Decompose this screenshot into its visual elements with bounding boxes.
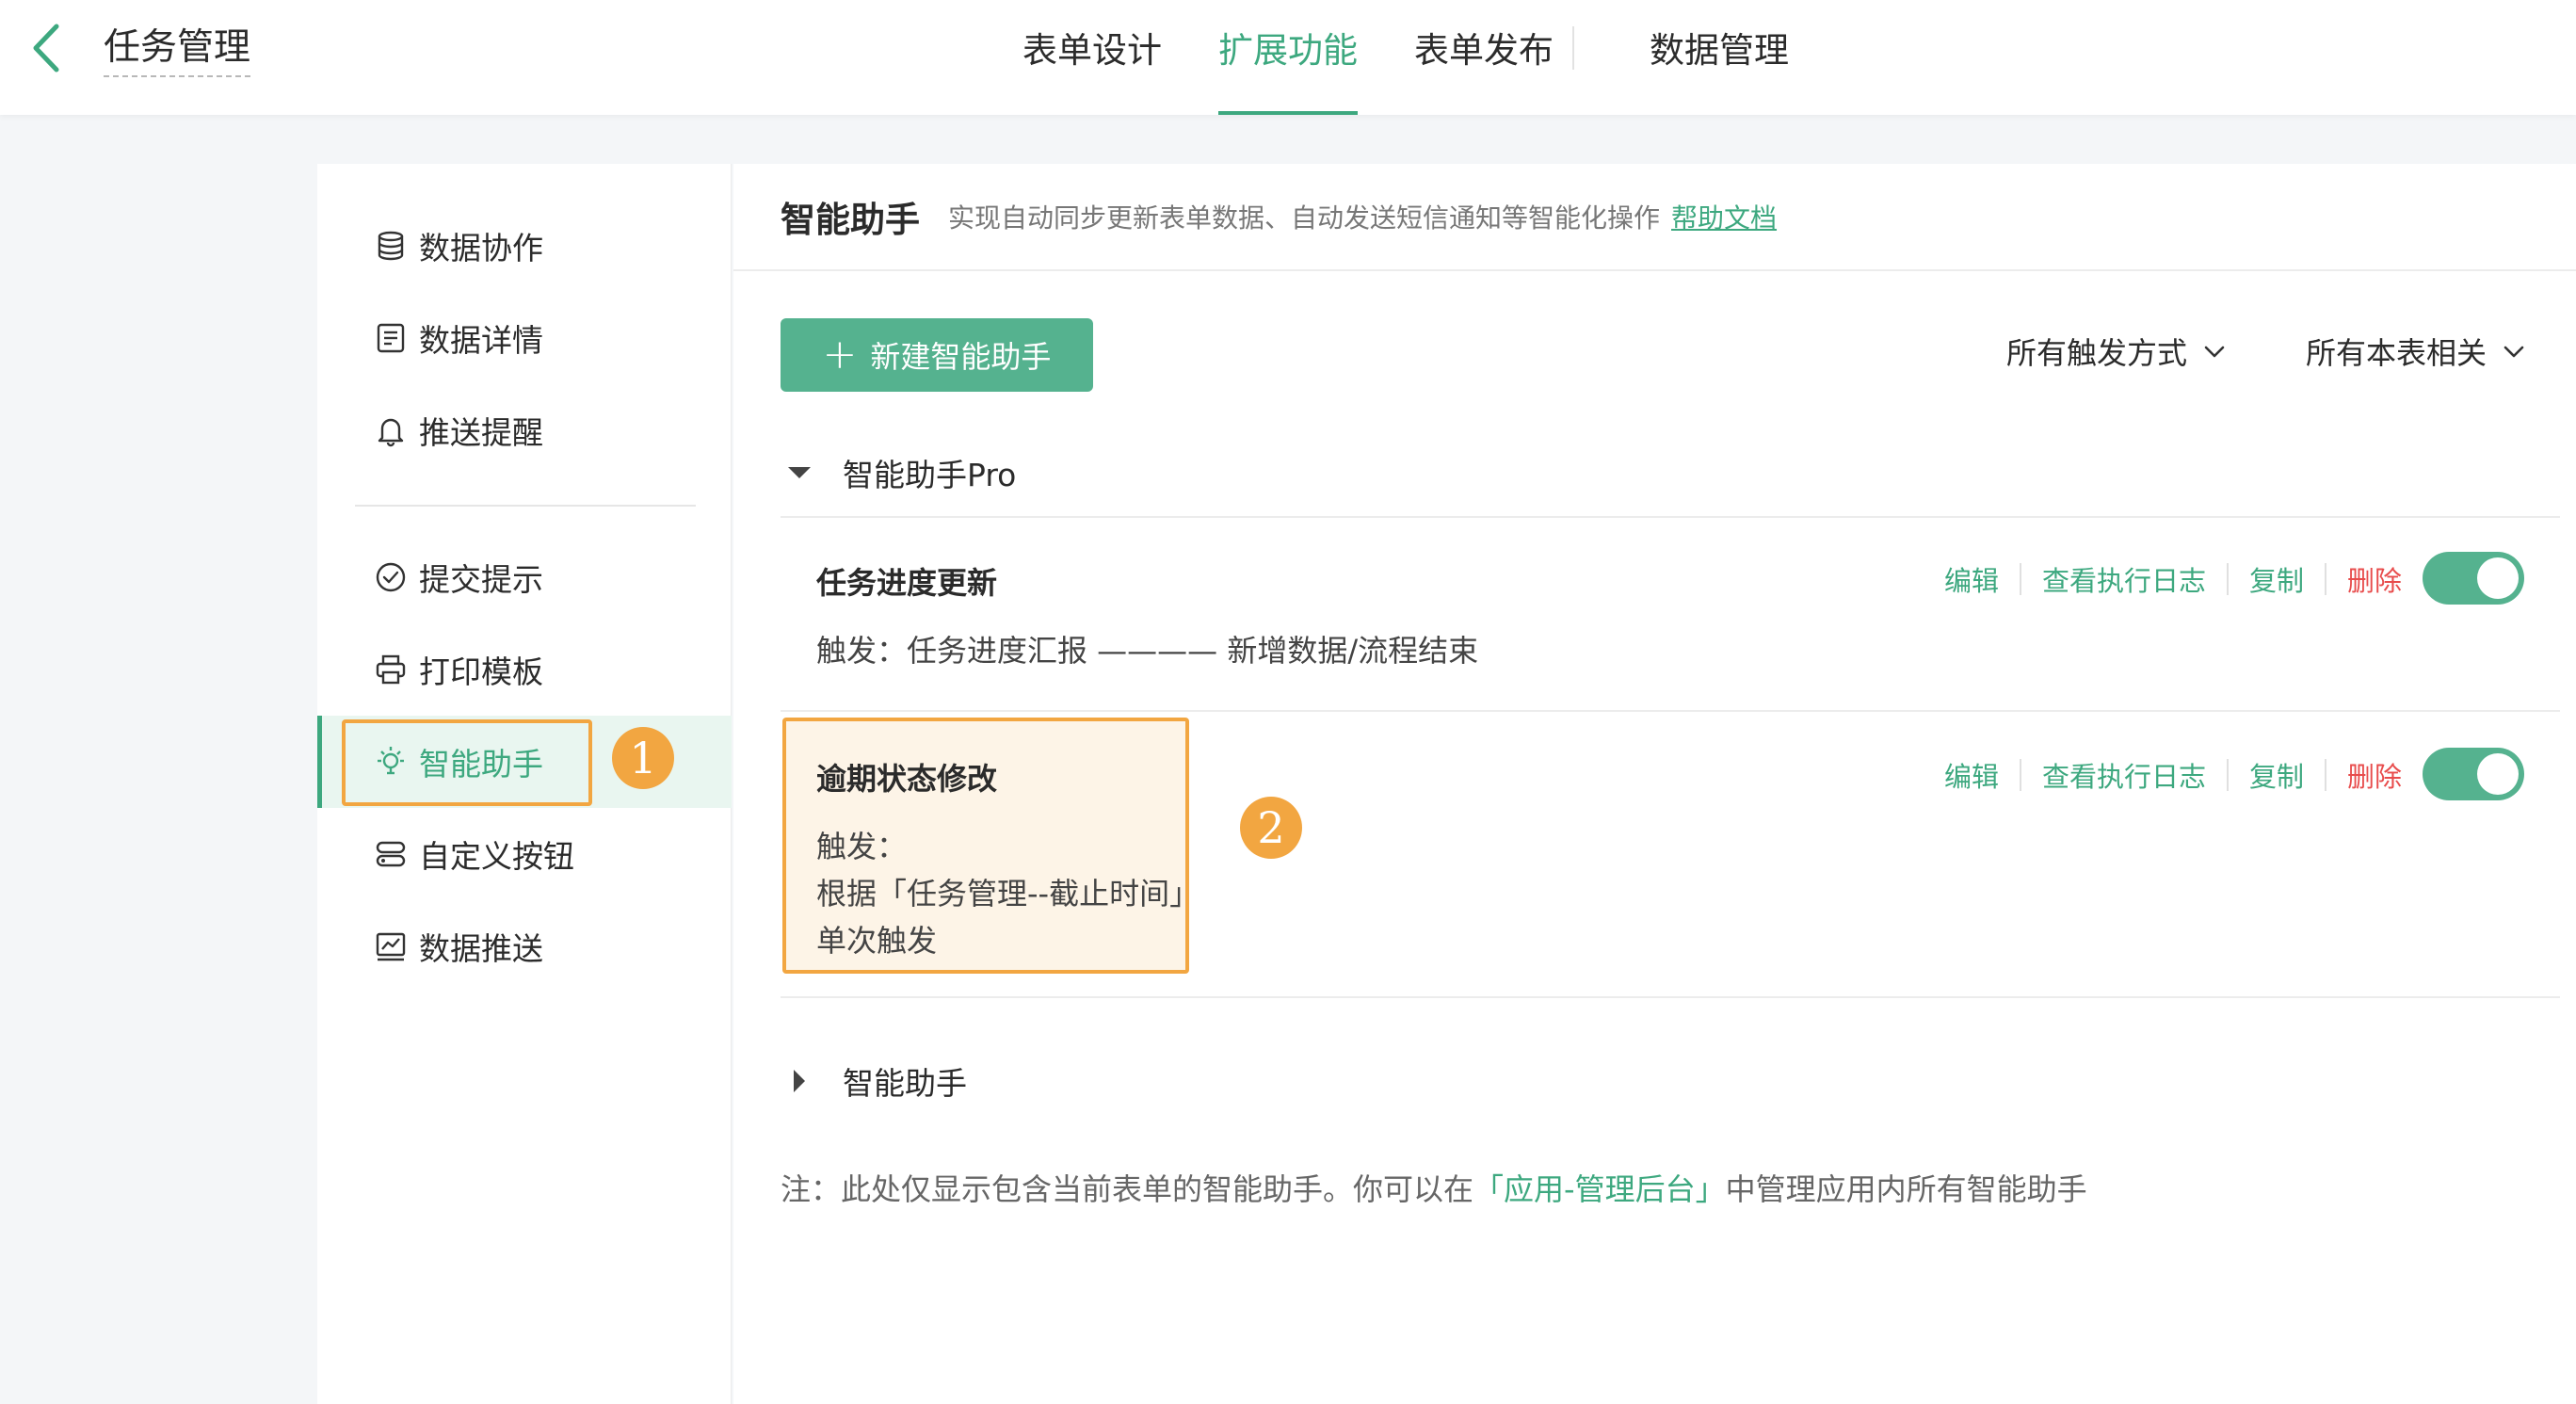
top-bar: 任务管理 表单设计 扩展功能 表单发布 数据管理 — [0, 0, 2576, 115]
tab-form-design[interactable]: 表单设计 — [1022, 0, 1162, 94]
assistant-actions: 编辑 查看执行日志 复制 删除 — [1944, 755, 2402, 795]
caret-right-icon — [794, 1070, 805, 1092]
group-label: 智能助手Pro — [843, 457, 1017, 493]
toggle-knob — [2477, 557, 2519, 599]
note-prefix: 注：此处仅显示包含当前表单的智能助手。你可以在 — [781, 1171, 1474, 1207]
group-divider — [781, 996, 2560, 998]
assistant-trigger-line: 根据「任务管理--截止时间」 — [816, 876, 1200, 912]
group-divider — [781, 516, 2560, 518]
buttons-icon — [374, 837, 408, 871]
sidebar-divider — [355, 505, 696, 507]
card-divider — [781, 710, 2560, 712]
assistant-trigger: 触发：任务进度汇报 ———— 新增数据/流程结束 — [816, 633, 1479, 669]
sidebar-item-data-collab[interactable]: 数据协作 — [317, 200, 732, 292]
scope-filter-label: 所有本表相关 — [2306, 335, 2487, 371]
scope-filter-dropdown[interactable]: 所有本表相关 — [2306, 330, 2528, 373]
sidebar-item-data-detail[interactable]: 数据详情 — [317, 292, 732, 384]
printer-icon — [374, 653, 408, 686]
sidebar-item-label: 打印模板 — [419, 654, 543, 690]
page-description: 实现自动同步更新表单数据、自动发送短信通知等智能化操作 — [948, 202, 1661, 234]
new-assistant-label: 新建智能助手 — [870, 339, 1052, 375]
check-circle-icon — [374, 560, 408, 594]
chevron-down-icon — [2504, 346, 2524, 358]
action-divider — [2020, 563, 2022, 595]
sidebar-item-submit-tip[interactable]: 提交提示 — [317, 531, 732, 623]
chevron-down-icon — [2204, 346, 2225, 358]
action-divider — [2325, 759, 2327, 791]
tab-data-management[interactable]: 数据管理 — [1650, 0, 1789, 94]
app-title[interactable]: 任务管理 — [104, 26, 251, 77]
extension-sidebar: 数据协作 数据详情 推送提醒 提交提示 打印模板 智能助手 自定义按钮 数据推送 — [317, 164, 732, 1404]
main-panel: 智能助手 实现自动同步更新表单数据、自动发送短信通知等智能化操作 帮助文档 + … — [733, 164, 2576, 1404]
action-divider — [2020, 759, 2022, 791]
back-arrow-icon[interactable] — [26, 21, 68, 75]
enable-toggle[interactable] — [2423, 748, 2524, 800]
bell-icon — [374, 413, 408, 447]
sidebar-item-data-push[interactable]: 数据推送 — [317, 900, 732, 992]
plus-icon: + — [822, 331, 858, 379]
enable-toggle[interactable] — [2423, 552, 2524, 605]
copy-link[interactable]: 复制 — [2249, 755, 2304, 795]
action-divider — [2227, 563, 2230, 595]
delete-link[interactable]: 删除 — [2347, 755, 2402, 795]
group-header-pro[interactable]: 智能助手Pro — [781, 450, 1016, 495]
sidebar-item-custom-button[interactable]: 自定义按钮 — [317, 808, 732, 900]
help-doc-link[interactable]: 帮助文档 — [1671, 198, 1777, 235]
annotation-badge-2: 2 — [1240, 797, 1302, 859]
sidebar-item-label: 提交提示 — [419, 561, 543, 598]
sidebar-item-label: 数据推送 — [419, 930, 543, 967]
trigger-filter-label: 所有触发方式 — [2006, 335, 2188, 371]
main-header: 智能助手 实现自动同步更新表单数据、自动发送短信通知等智能化操作 帮助文档 — [733, 164, 2576, 271]
note-suffix: 中管理应用内所有智能助手 — [1725, 1171, 2087, 1207]
action-divider — [2227, 759, 2230, 791]
group-header-basic[interactable]: 智能助手 — [781, 1058, 967, 1104]
edit-link[interactable]: 编辑 — [1944, 755, 1999, 795]
new-assistant-button[interactable]: + 新建智能助手 — [781, 318, 1093, 392]
sidebar-item-label: 数据协作 — [419, 230, 543, 266]
sidebar-item-label: 自定义按钮 — [419, 838, 574, 875]
sidebar-item-label: 推送提醒 — [419, 414, 543, 451]
admin-console-link[interactable]: 「应用-管理后台」 — [1473, 1171, 1726, 1207]
sidebar-item-print-template[interactable]: 打印模板 — [317, 623, 732, 716]
trigger-filter-dropdown[interactable]: 所有触发方式 — [2006, 330, 2229, 373]
lightbulb-icon — [374, 745, 408, 779]
assistant-trigger-line: 触发： — [816, 829, 908, 864]
group-label: 智能助手 — [843, 1065, 967, 1102]
sidebar-item-label: 数据详情 — [419, 322, 543, 359]
assistant-title: 逾期状态修改 — [816, 761, 998, 797]
view-log-link[interactable]: 查看执行日志 — [2042, 755, 2206, 795]
document-icon — [374, 321, 408, 355]
tab-extensions[interactable]: 扩展功能 — [1218, 0, 1358, 115]
database-icon — [374, 229, 408, 263]
edit-link[interactable]: 编辑 — [1944, 559, 1999, 599]
copy-link[interactable]: 复制 — [2249, 559, 2304, 599]
chart-icon — [374, 929, 408, 963]
sidebar-item-label: 智能助手 — [419, 746, 543, 783]
delete-link[interactable]: 删除 — [2347, 559, 2402, 599]
assistant-title: 任务进度更新 — [816, 565, 998, 601]
sidebar-item-push-reminder[interactable]: 推送提醒 — [317, 384, 732, 476]
action-divider — [2325, 563, 2327, 595]
page-title: 智能助手 — [781, 200, 920, 240]
view-log-link[interactable]: 查看执行日志 — [2042, 559, 2206, 599]
assistant-trigger-line: 单次触发 — [816, 923, 938, 959]
toggle-knob — [2477, 753, 2519, 795]
footer-note: 注：此处仅显示包含当前表单的智能助手。你可以在「应用-管理后台」中管理应用内所有… — [781, 1166, 2087, 1209]
nav-divider — [1572, 26, 1574, 70]
annotation-badge-1: 1 — [612, 727, 674, 789]
main-nav: 表单设计 扩展功能 表单发布 数据管理 — [1022, 0, 1845, 115]
tab-form-publish[interactable]: 表单发布 — [1414, 0, 1554, 94]
assistant-actions: 编辑 查看执行日志 复制 删除 — [1944, 559, 2402, 599]
caret-down-icon — [788, 467, 811, 478]
